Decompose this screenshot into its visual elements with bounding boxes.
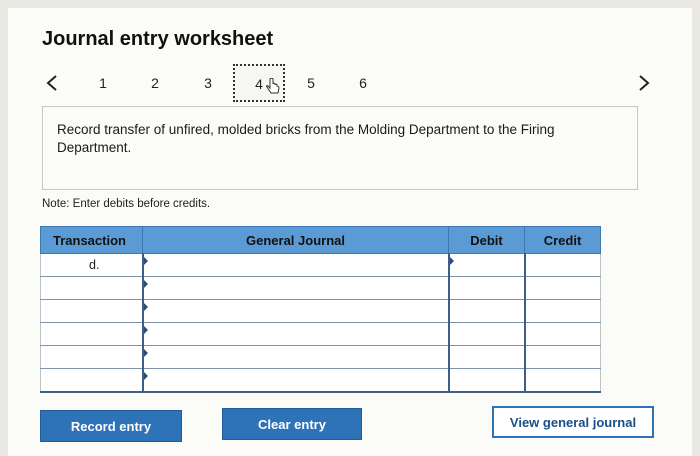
record-entry-button[interactable]: Record entry (40, 410, 182, 442)
table-row: d. (40, 253, 601, 277)
page-1[interactable]: 1 (90, 70, 116, 96)
transaction-cell (40, 299, 143, 323)
header-debit: Debit (448, 226, 525, 254)
note-text: Note: Enter debits before credits. (42, 198, 211, 210)
debit-input[interactable] (447, 276, 525, 300)
credit-input[interactable] (523, 322, 601, 346)
account-input[interactable] (141, 368, 449, 393)
debit-input[interactable] (447, 345, 525, 369)
table-row (40, 368, 601, 393)
debit-input[interactable] (447, 253, 525, 277)
header-credit: Credit (524, 226, 601, 254)
credit-input[interactable] (523, 368, 601, 393)
transaction-cell: d. (40, 253, 143, 277)
header-transaction: Transaction (40, 226, 143, 254)
header-general-journal: General Journal (142, 226, 449, 254)
debit-input[interactable] (447, 368, 525, 393)
transaction-cell (40, 368, 143, 393)
prompt-text: Record transfer of unfired, molded brick… (57, 122, 555, 155)
page-3[interactable]: 3 (195, 70, 221, 96)
account-input[interactable] (141, 276, 449, 300)
prompt-box: Record transfer of unfired, molded brick… (42, 106, 638, 190)
table-row (40, 322, 601, 346)
transaction-cell (40, 345, 143, 369)
pager-nav: 1 2 3 4 5 6 (40, 64, 660, 104)
clear-entry-button[interactable]: Clear entry (222, 408, 362, 440)
caret-icon (143, 372, 148, 380)
prev-page-button[interactable] (40, 68, 64, 98)
journal-table: Transaction General Journal Debit Credit… (40, 226, 601, 393)
next-page-button[interactable] (632, 68, 656, 98)
page-5[interactable]: 5 (298, 70, 324, 96)
caret-icon (143, 257, 148, 265)
debit-input[interactable] (447, 299, 525, 323)
credit-input[interactable] (523, 276, 601, 300)
credit-input[interactable] (523, 299, 601, 323)
page-4-active[interactable]: 4 (233, 64, 285, 102)
caret-icon (143, 349, 148, 357)
table-header-row: Transaction General Journal Debit Credit (40, 226, 601, 254)
table-row (40, 345, 601, 369)
transaction-cell (40, 322, 143, 346)
chevron-right-icon (639, 75, 650, 91)
table-row (40, 299, 601, 323)
chevron-left-icon (46, 75, 57, 91)
transaction-cell (40, 276, 143, 300)
account-input[interactable] (141, 345, 449, 369)
credit-input[interactable] (523, 345, 601, 369)
hand-pointer-icon (266, 78, 280, 94)
debit-input[interactable] (447, 322, 525, 346)
caret-icon (449, 257, 454, 265)
credit-input[interactable] (523, 253, 601, 277)
caret-icon (143, 326, 148, 334)
caret-icon (143, 303, 148, 311)
page-title: Journal entry worksheet (42, 28, 274, 50)
caret-icon (143, 280, 148, 288)
view-general-journal-button[interactable]: View general journal (492, 406, 654, 438)
page-2[interactable]: 2 (142, 70, 168, 96)
account-input[interactable] (141, 322, 449, 346)
page-6[interactable]: 6 (350, 70, 376, 96)
account-input[interactable] (141, 253, 449, 277)
page-4-label: 4 (255, 76, 263, 92)
account-input[interactable] (141, 299, 449, 323)
table-row (40, 276, 601, 300)
